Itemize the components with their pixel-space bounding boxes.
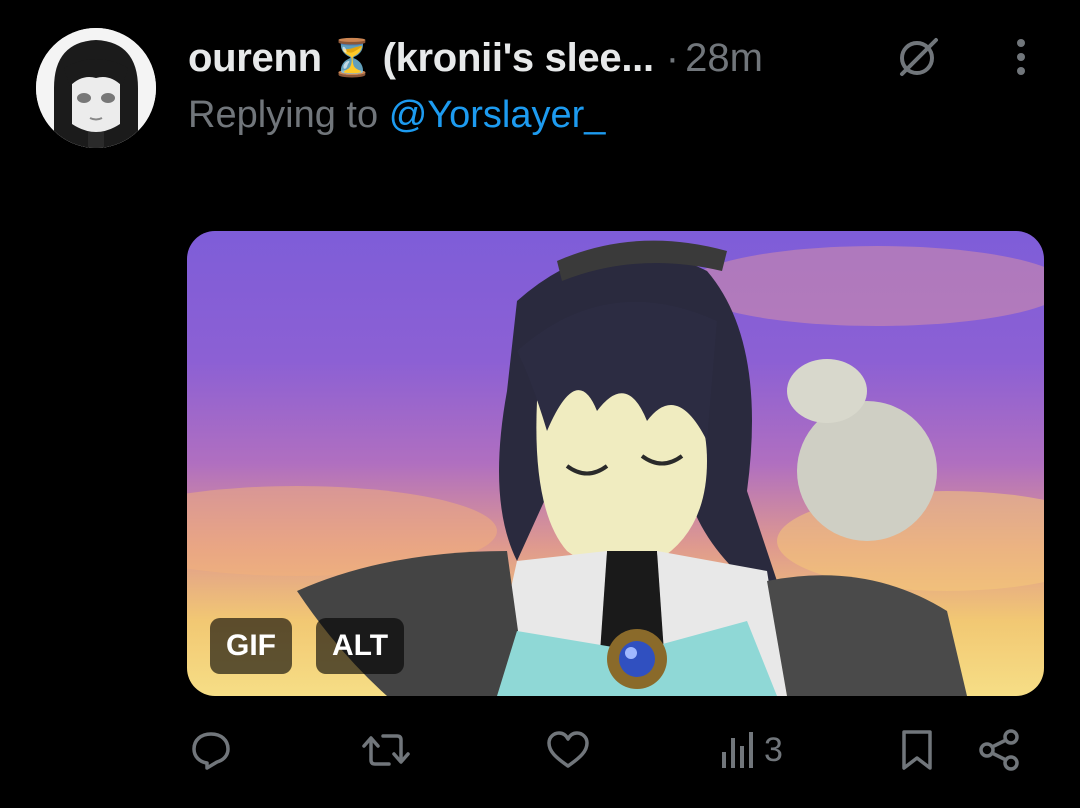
repost-button[interactable] <box>361 728 411 772</box>
reply-icon <box>192 732 230 770</box>
display-name-suffix[interactable]: (kronii's slee... <box>383 36 655 81</box>
display-name[interactable]: ourenn <box>188 36 322 81</box>
alt-badge-button[interactable]: ALT <box>316 618 404 674</box>
share-button[interactable] <box>977 728 1023 772</box>
reply-button[interactable] <box>189 728 233 772</box>
bookmark-icon <box>902 730 932 770</box>
separator-dot: · <box>665 35 680 80</box>
grok-icon[interactable] <box>894 32 944 82</box>
views-icon <box>722 732 753 768</box>
gif-media[interactable]: GIF ALT <box>187 231 1044 696</box>
more-icon[interactable] <box>996 32 1046 82</box>
bookmark-button[interactable] <box>897 728 937 772</box>
gif-badge: GIF <box>210 618 292 674</box>
replying-to: Replying to @Yorslayer_ <box>188 94 605 137</box>
timestamp[interactable]: 28m <box>685 36 763 81</box>
post: ourenn ⏳ (kronii's slee... · 28m Replyin… <box>0 0 1080 808</box>
views-count: 3 <box>764 730 783 769</box>
like-icon <box>547 731 589 768</box>
avatar[interactable] <box>36 28 156 148</box>
share-icon <box>979 729 1019 771</box>
views-button[interactable]: 3 <box>718 728 783 772</box>
repost-icon <box>362 734 410 766</box>
action-bar: 3 <box>0 720 1080 780</box>
reply-handle-link[interactable]: @Yorslayer_ <box>389 94 606 136</box>
hourglass-emoji: ⏳ <box>329 37 375 78</box>
like-button[interactable] <box>545 728 591 772</box>
replying-to-label: Replying to <box>188 94 379 136</box>
post-header: ourenn ⏳ (kronii's slee... · 28m <box>188 28 1040 88</box>
